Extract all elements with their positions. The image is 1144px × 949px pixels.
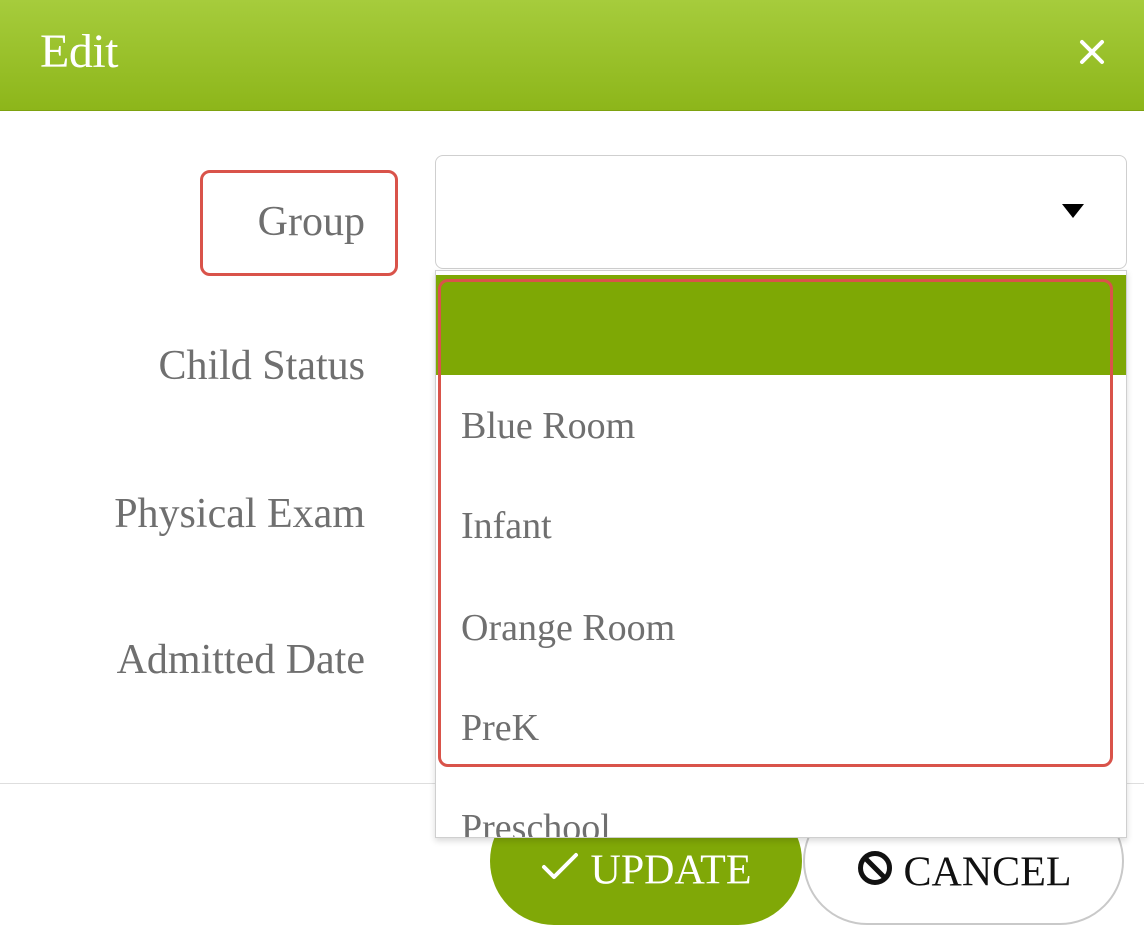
- dropdown-option-infant[interactable]: Infant: [436, 475, 1126, 577]
- close-icon[interactable]: [1074, 34, 1110, 70]
- group-dropdown-list[interactable]: Blue Room Infant Orange Room PreK Presch…: [435, 270, 1127, 838]
- checkmark-icon: [542, 853, 579, 880]
- dropdown-option-preschool[interactable]: Preschool: [436, 777, 1126, 837]
- dropdown-option-blue-room[interactable]: Blue Room: [436, 375, 1126, 477]
- modal-title: Edit: [40, 25, 119, 78]
- caret-down-icon[interactable]: [1062, 204, 1084, 218]
- dropdown-option-orange-room[interactable]: Orange Room: [436, 577, 1126, 679]
- edit-modal: Edit Group Child Status Physical Exam Ad…: [0, 0, 1144, 949]
- modal-header: Edit: [0, 0, 1144, 111]
- group-label: Group: [257, 199, 365, 245]
- admitted-date-label: Admitted Date: [116, 637, 365, 683]
- child-status-label: Child Status: [158, 343, 365, 389]
- dropdown-option-empty[interactable]: [436, 275, 1126, 375]
- group-select[interactable]: [435, 155, 1127, 269]
- cancel-button-label: CANCEL: [903, 849, 1072, 896]
- update-button-label: UPDATE: [590, 847, 752, 894]
- dropdown-option-prek[interactable]: PreK: [436, 677, 1126, 779]
- ban-icon: [857, 851, 892, 886]
- physical-exam-label: Physical Exam: [114, 491, 365, 537]
